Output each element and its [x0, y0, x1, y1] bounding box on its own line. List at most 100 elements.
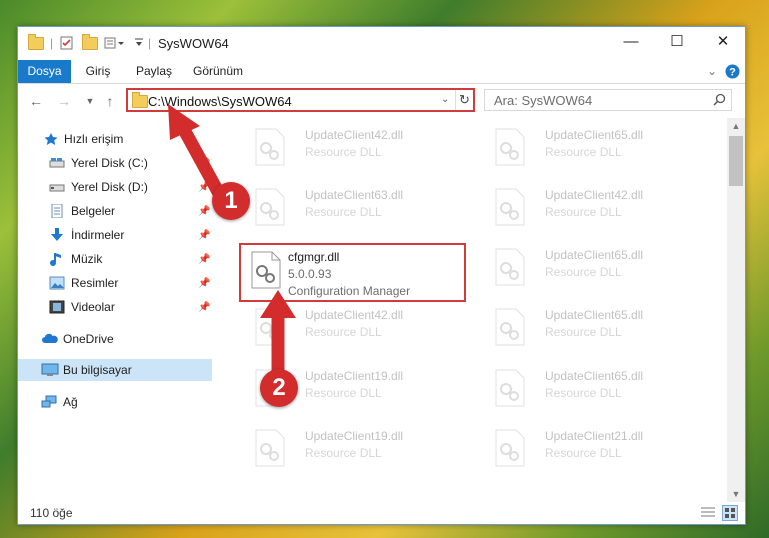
document-icon	[49, 203, 65, 219]
file-tile[interactable]: UpdateClient65.dll Resource DLL	[482, 240, 702, 292]
file-tile[interactable]: UpdateClient42.dll Resource DLL	[482, 180, 702, 232]
tab-dosya[interactable]: Dosya	[18, 60, 71, 83]
sidebar-item-label: OneDrive	[63, 332, 114, 346]
download-icon	[49, 228, 65, 242]
sidebar-item-onedrive[interactable]: OneDrive	[18, 328, 212, 350]
recent-locations-dropdown[interactable]: ▼	[80, 91, 100, 111]
file-type: Resource DLL	[545, 325, 622, 339]
star-icon	[43, 132, 59, 146]
sidebar-item-label: İndirmeler	[71, 228, 125, 242]
file-tile[interactable]: UpdateClient42.dll Resource DLL	[242, 120, 462, 172]
help-icon[interactable]: ?	[724, 60, 740, 83]
pin-icon[interactable]: 📌	[198, 254, 210, 265]
sidebar-item-pictures[interactable]: Resimler 📌	[18, 272, 212, 294]
dll-file-icon	[495, 308, 525, 346]
search-icon[interactable]	[713, 93, 726, 109]
search-placeholder[interactable]: Ara: SysWOW64	[494, 93, 592, 108]
scroll-down-icon[interactable]: ▼	[727, 486, 745, 502]
cfgmgr-file-tile[interactable]: cfgmgr.dll 5.0.0.93 Configuration Manage…	[239, 243, 466, 302]
sidebar-item-local-disk-d[interactable]: Yerel Disk (D:) 📌	[18, 176, 212, 198]
file-type: Resource DLL	[305, 205, 382, 219]
tab-giris[interactable]: Giriş	[78, 60, 118, 83]
up-button[interactable]: ↑	[100, 91, 120, 111]
file-type: Resource DLL	[305, 446, 382, 460]
file-type: Resource DLL	[545, 145, 622, 159]
file-name: UpdateClient65.dll	[545, 369, 644, 383]
tab-paylas[interactable]: Paylaş	[130, 60, 178, 83]
sidebar-item-label: Ağ	[63, 395, 78, 409]
file-name: UpdateClient42.dll	[305, 128, 404, 142]
file-name: UpdateClient21.dll	[545, 429, 644, 443]
file-name: UpdateClient65.dll	[545, 248, 644, 262]
back-button[interactable]: ←	[26, 91, 46, 111]
pin-icon[interactable]: 📌	[198, 278, 210, 289]
file-tile[interactable]: UpdateClient65.dll Resource DLL	[482, 300, 702, 352]
file-tile[interactable]: UpdateClient65.dll Resource DLL	[482, 120, 702, 172]
search-box[interactable]: Ara: SysWOW64	[484, 89, 732, 111]
pin-icon[interactable]: 📌	[198, 302, 210, 313]
close-button[interactable]: ✕	[700, 27, 745, 59]
tiles-view-icon[interactable]	[722, 505, 738, 521]
sidebar-item-network[interactable]: Ağ	[18, 391, 212, 413]
sidebar-item-label: Yerel Disk (D:)	[71, 180, 148, 194]
status-bar: 110 öğe	[18, 502, 745, 524]
file-type: Resource DLL	[305, 145, 382, 159]
folder-icon	[132, 92, 148, 108]
sidebar-item-label: Yerel Disk (C:)	[71, 156, 148, 170]
file-name: cfgmgr.dll	[288, 250, 340, 264]
file-tile[interactable]: UpdateClient19.dll Resource DLL	[242, 421, 462, 473]
file-tile[interactable]: UpdateClient65.dll Resource DLL	[482, 361, 702, 413]
refresh-icon[interactable]: ↻	[459, 92, 470, 108]
file-tile[interactable]: UpdateClient21.dll Resource DLL	[482, 421, 702, 473]
computer-icon	[41, 363, 59, 377]
address-dropdown-icon[interactable]: ⌄	[441, 94, 449, 105]
address-bar[interactable]: C:\Windows\SysWOW64 ⌄ ↻	[126, 88, 475, 112]
dll-file-icon	[495, 369, 525, 407]
dll-file-icon	[255, 188, 285, 226]
details-view-icon[interactable]	[701, 506, 715, 521]
scrollbar-thumb[interactable]	[729, 136, 743, 186]
separator: |	[50, 36, 54, 50]
sidebar-item-label: Müzik	[71, 252, 103, 266]
sidebar-item-quick-access[interactable]: Hızlı erişim	[18, 128, 212, 150]
file-type: Resource DLL	[305, 325, 382, 339]
properties-icon[interactable]	[60, 35, 74, 51]
sidebar-item-documents[interactable]: Belgeler 📌	[18, 200, 212, 222]
folder-icon	[28, 33, 44, 51]
expand-ribbon-icon[interactable]: ⌄	[704, 60, 720, 83]
file-name: UpdateClient42.dll	[545, 188, 644, 202]
sidebar-item-music[interactable]: Müzik 📌	[18, 248, 212, 270]
file-explorer-window: | | SysWOW64 — ☐ ✕ Dosya Giriş Paylaş Gö…	[17, 26, 746, 525]
file-tile[interactable]: UpdateClient42.dll Resource DLL	[242, 300, 462, 352]
dll-file-icon	[255, 308, 285, 346]
sidebar-item-local-disk-c[interactable]: Yerel Disk (C:) 📌	[18, 152, 212, 174]
sidebar-item-this-pc[interactable]: Bu bilgisayar	[18, 359, 212, 381]
file-name: UpdateClient42.dll	[305, 308, 404, 322]
pin-icon[interactable]: 📌	[198, 206, 210, 217]
pin-icon[interactable]: 📌	[198, 230, 210, 241]
sidebar-item-videos[interactable]: Videolar 📌	[18, 296, 212, 318]
drive-icon	[49, 180, 65, 194]
cloud-icon	[41, 332, 58, 346]
sidebar-item-label: Videolar	[71, 300, 115, 314]
sidebar-item-downloads[interactable]: İndirmeler 📌	[18, 224, 212, 246]
customize-toolbar-icon[interactable]	[104, 35, 126, 51]
divider	[455, 90, 456, 110]
pictures-icon	[49, 276, 65, 290]
vertical-scrollbar[interactable]: ▲ ▼	[727, 118, 745, 502]
forward-button[interactable]: →	[54, 91, 74, 111]
tab-gorunum[interactable]: Görünüm	[188, 60, 248, 83]
minimize-button[interactable]: —	[608, 27, 654, 59]
quick-access-dropdown-icon[interactable]	[134, 35, 144, 51]
pin-icon[interactable]: 📌	[198, 182, 210, 193]
file-type: Resource DLL	[305, 386, 382, 400]
new-folder-icon[interactable]	[82, 33, 98, 51]
file-tile[interactable]: UpdateClient63.dll Resource DLL	[242, 180, 462, 232]
scroll-up-icon[interactable]: ▲	[727, 118, 745, 134]
dll-file-icon	[495, 248, 525, 286]
dll-file-icon	[495, 188, 525, 226]
step-badge-1: 1	[212, 182, 250, 220]
address-path[interactable]: C:\Windows\SysWOW64	[148, 94, 292, 109]
pin-icon[interactable]: 📌	[198, 158, 210, 169]
maximize-button[interactable]: ☐	[654, 27, 700, 59]
